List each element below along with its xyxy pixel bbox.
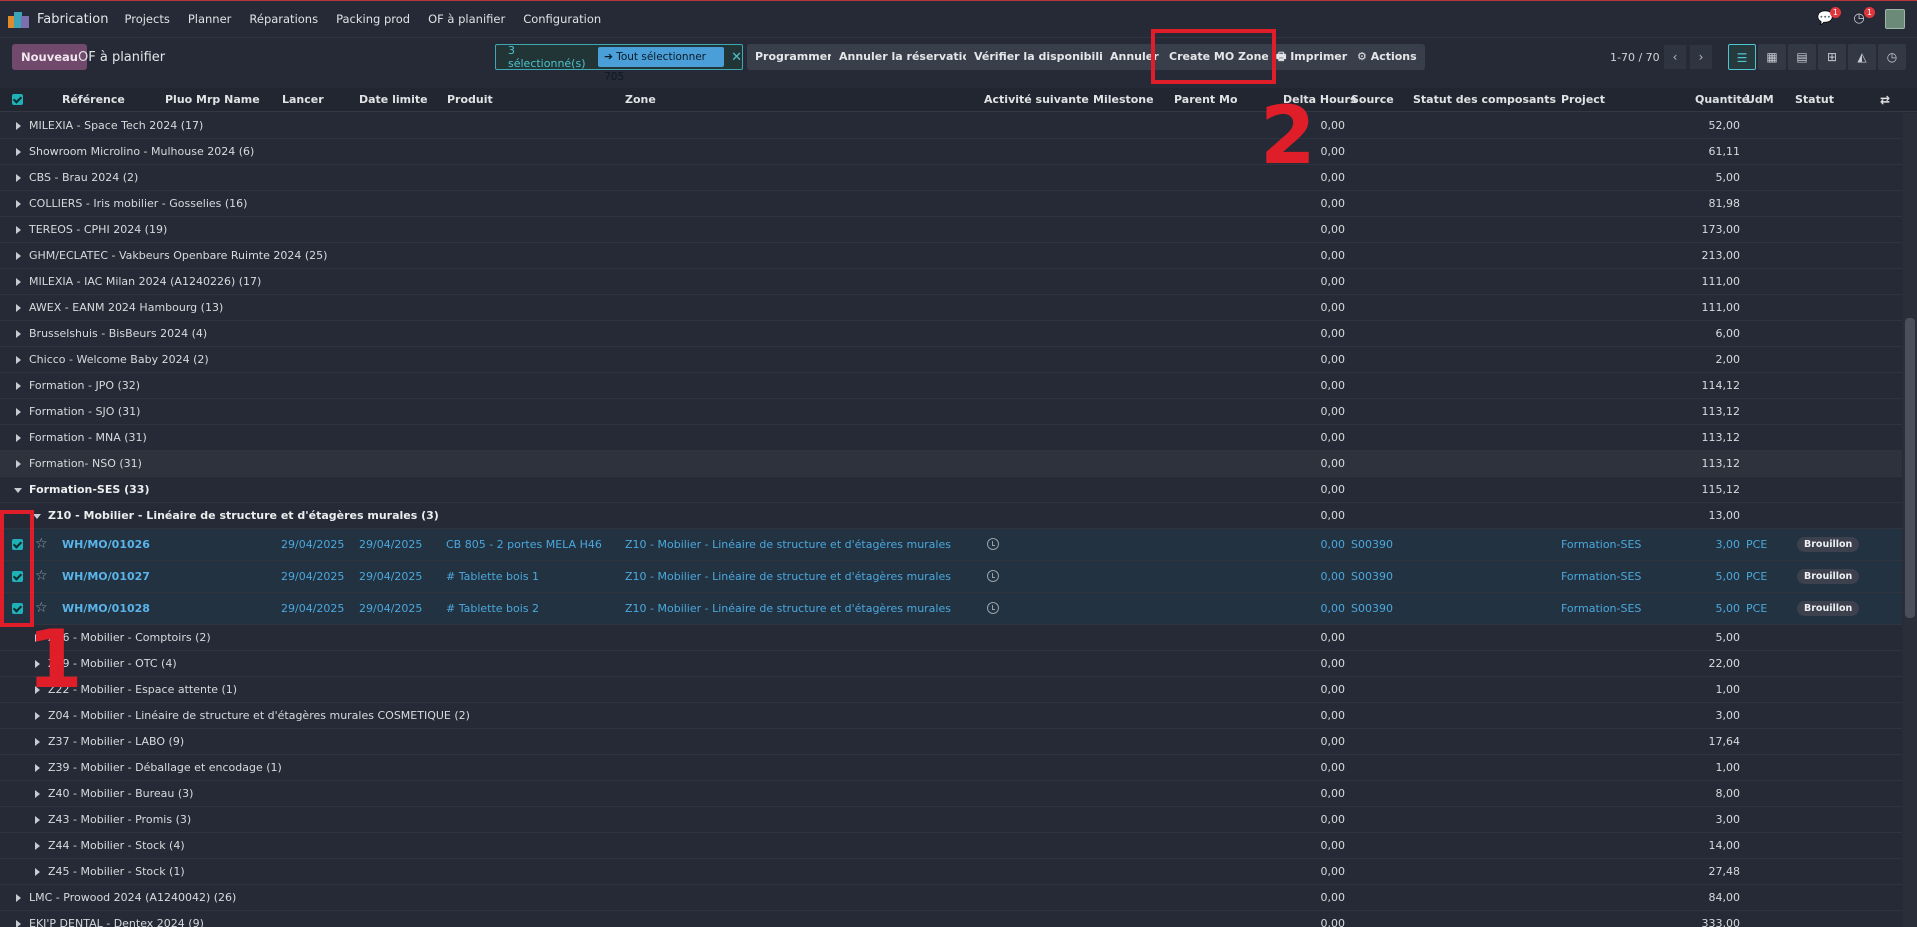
subgroup-row[interactable]: Z19 - Mobilier - OTC (4) 0,00 22,00	[0, 651, 1902, 677]
status-badge: Brouillon	[1797, 601, 1860, 616]
group-row[interactable]: Formation - SJO (31) 0,00 113,12	[0, 399, 1902, 425]
group-row[interactable]: MILEXIA - IAC Milan 2024 (A1240226) (17)…	[0, 269, 1902, 295]
group-row[interactable]: Chicco - Welcome Baby 2024 (2) 0,00 2,00	[0, 347, 1902, 373]
subgroup-row[interactable]: Z40 - Mobilier - Bureau (3) 0,00 8,00	[0, 781, 1902, 807]
col-zone[interactable]: Zone	[625, 93, 656, 106]
clear-selection-icon[interactable]: ✕	[731, 50, 742, 65]
list-view-icon[interactable]: ☰	[1728, 44, 1756, 70]
col-statut[interactable]: Statut	[1795, 93, 1834, 106]
star-icon[interactable]: ☆	[35, 568, 48, 584]
col-source[interactable]: Source	[1351, 93, 1394, 106]
actions-button[interactable]: ⚙ Actions	[1349, 44, 1425, 70]
annuler-reservation-button[interactable]: Annuler la réservation	[831, 44, 986, 70]
pivot-view-icon[interactable]: ⊞	[1818, 44, 1846, 70]
subgroup-row[interactable]: Z37 - Mobilier - LABO (9) 0,00 17,64	[0, 729, 1902, 755]
pager-next-icon[interactable]: ›	[1690, 45, 1712, 69]
menu-reparations[interactable]: Réparations	[249, 12, 318, 26]
col-udm[interactable]: UdM	[1746, 93, 1774, 106]
table-row[interactable]: ☆ WH/MO/01026 29/04/2025 29/04/2025 CB 8…	[0, 529, 1902, 561]
calendar-view-icon[interactable]: ▤	[1788, 44, 1816, 70]
scrollbar[interactable]	[1903, 113, 1917, 927]
annotation-number-1: 1	[27, 613, 83, 706]
activity-clock-icon[interactable]	[987, 570, 999, 582]
col-activite-suivante[interactable]: Activité suivante	[984, 93, 1089, 106]
status-badge: Brouillon	[1797, 569, 1860, 584]
app-name[interactable]: Fabrication	[37, 12, 108, 27]
activity-badge: 1	[1863, 7, 1875, 18]
col-reference[interactable]: Référence	[62, 93, 125, 106]
top-navbar: Fabrication Projects Planner Réparations…	[0, 0, 1917, 38]
col-lancer[interactable]: Lancer	[282, 93, 324, 106]
group-row[interactable]: TEREOS - CPHI 2024 (19) 0,00 173,00	[0, 217, 1902, 243]
subgroup-row[interactable]: Z39 - Mobilier - Déballage et encodage (…	[0, 755, 1902, 781]
status-badge: Brouillon	[1797, 537, 1860, 552]
group-row[interactable]: EKI'P DENTAL - Dentex 2024 (9) 0,00 333,00	[0, 911, 1902, 927]
group-row[interactable]: Brusselshuis - BisBeurs 2024 (4) 0,00 6,00	[0, 321, 1902, 347]
col-produit[interactable]: Produit	[447, 93, 493, 106]
imprimer-button[interactable]: 🖶 Imprimer	[1268, 44, 1356, 70]
group-row[interactable]: COLLIERS - Iris mobilier - Gosselies (16…	[0, 191, 1902, 217]
activity-clock-icon[interactable]: ◷ 1	[1851, 7, 1875, 27]
subgroup-row[interactable]: Z04 - Mobilier - Linéaire de structure e…	[0, 703, 1902, 729]
group-row[interactable]: Formation - JPO (32) 0,00 114,12	[0, 373, 1902, 399]
activity-clock-icon[interactable]	[987, 538, 999, 550]
col-date-limite[interactable]: Date limite	[359, 93, 428, 106]
col-parent-mo[interactable]: Parent Mo	[1174, 93, 1238, 106]
select-all-button[interactable]: ➔ Tout sélectionner 705	[598, 47, 725, 83]
menu-planner[interactable]: Planner	[188, 12, 232, 26]
app-logo-icon[interactable]	[8, 10, 30, 28]
control-panel: Nouveau OF à planifier 3 sélectionné(s) …	[0, 29, 1917, 86]
pager-prev-icon[interactable]: ‹	[1664, 45, 1686, 69]
table-row[interactable]: ☆ WH/MO/01027 29/04/2025 29/04/2025 # Ta…	[0, 561, 1902, 593]
group-row[interactable]: CBS - Brau 2024 (2) 0,00 5,00	[0, 165, 1902, 191]
group-row[interactable]: Showroom Microlino - Mulhouse 2024 (6) 0,…	[0, 139, 1902, 165]
kanban-view-icon[interactable]: ▦	[1758, 44, 1786, 70]
group-row[interactable]: MILEXIA - Space Tech 2024 (17) 0,00 52,00	[0, 113, 1902, 139]
selection-box: 3 sélectionné(s) ➔ Tout sélectionner 705…	[495, 44, 743, 83]
selected-count: 3 sélectionné(s)	[508, 44, 586, 70]
col-statut-composants[interactable]: Statut des composants	[1413, 93, 1556, 106]
group-row[interactable]: AWEX - EANM 2024 Hambourg (13) 0,00 111,00	[0, 295, 1902, 321]
group-row[interactable]: Formation- NSO (31) 0,00 113,12	[0, 451, 1902, 477]
page-title: OF à planifier	[78, 50, 166, 65]
table-row[interactable]: ☆ WH/MO/01028 29/04/2025 29/04/2025 # Ta…	[0, 593, 1902, 625]
col-quantite[interactable]: Quantité	[1695, 93, 1749, 106]
subgroup-row-open[interactable]: Z10 - Mobilier - Linéaire de structure e…	[0, 503, 1902, 529]
group-row[interactable]: LMC - Prowood 2024 (A1240042) (26) 0,00 84…	[0, 885, 1902, 911]
subgroup-row[interactable]: Z45 - Mobilier - Stock (1) 0,00 27,48	[0, 859, 1902, 885]
table-header: Référence Pluo Mrp Name Lancer Date limi…	[0, 88, 1917, 112]
annotation-number-2: 2	[1260, 89, 1316, 182]
chat-badge: 1	[1829, 7, 1841, 18]
pager-value[interactable]: 1-70 / 70	[1610, 51, 1660, 64]
group-row[interactable]: GHM/ECLATEC - Vakbeurs Openbare Ruimte 2…	[0, 243, 1902, 269]
activity-clock-icon[interactable]	[987, 602, 999, 614]
subgroup-row[interactable]: Z16 - Mobilier - Comptoirs (2) 0,00 5,00	[0, 625, 1902, 651]
star-icon[interactable]: ☆	[35, 536, 48, 552]
subgroup-row[interactable]: Z44 - Mobilier - Stock (4) 0,00 14,00	[0, 833, 1902, 859]
col-pluo-mrp-name[interactable]: Pluo Mrp Name	[165, 93, 260, 106]
avatar[interactable]	[1885, 9, 1905, 29]
optional-columns-icon[interactable]: ⇄	[1880, 93, 1890, 107]
menu-of-a-planifier[interactable]: OF à planifier	[428, 12, 505, 26]
menu-projects[interactable]: Projects	[124, 12, 169, 26]
col-milestone[interactable]: Milestone	[1093, 93, 1154, 106]
graph-view-icon[interactable]: ◭	[1848, 44, 1876, 70]
new-button[interactable]: Nouveau	[12, 44, 87, 70]
subgroup-row[interactable]: Z43 - Mobilier - Promis (3) 0,00 3,00	[0, 807, 1902, 833]
chat-icon[interactable]: 💬 1	[1817, 7, 1841, 27]
col-project[interactable]: Project	[1561, 93, 1605, 106]
scrollbar-thumb[interactable]	[1905, 318, 1915, 618]
menu-configuration[interactable]: Configuration	[523, 12, 601, 26]
select-all-checkbox[interactable]	[12, 94, 23, 105]
subgroup-row[interactable]: Z22 - Mobilier - Espace attente (1) 0,00 1…	[0, 677, 1902, 703]
menu-packing-prod[interactable]: Packing prod	[336, 12, 410, 26]
highlight-create-mo-zone	[1151, 29, 1276, 84]
highlight-checkboxes	[0, 510, 34, 627]
verifier-disponibilite-button[interactable]: Vérifier la disponibilité	[966, 44, 1124, 70]
activity-view-icon[interactable]: ◷	[1878, 44, 1906, 70]
group-row-open[interactable]: Formation-SES (33) 0,00 115,12	[0, 477, 1902, 503]
programmer-button[interactable]: Programmer	[747, 44, 841, 70]
group-row[interactable]: Formation - MNA (31) 0,00 113,12	[0, 425, 1902, 451]
